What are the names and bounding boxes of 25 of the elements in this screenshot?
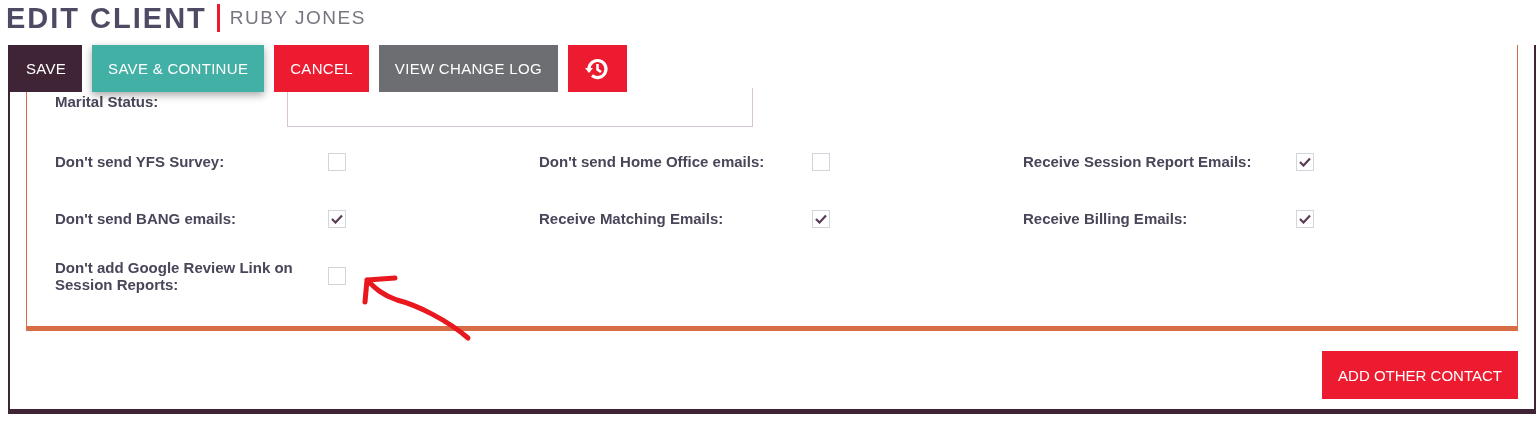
page-title: EDIT CLIENT (6, 1, 207, 35)
save-button[interactable]: SAVE (10, 45, 83, 92)
checkbox-label: Don't send YFS Survey: (55, 153, 226, 170)
field-label: Marital Status: (55, 93, 160, 110)
checkbox[interactable] (328, 152, 346, 171)
cancel-button[interactable]: CANCEL (274, 45, 369, 92)
checkbox-label: Don't add Google Review Link on Session Reports: (55, 258, 294, 293)
client-name: RUBY JONES (229, 7, 366, 29)
title-divider (216, 4, 220, 32)
checkbox-label: Don't send BANG emails: (55, 210, 238, 227)
checkbox[interactable] (1296, 209, 1314, 228)
change-log-button[interactable]: VIEW CHANGE LOG (378, 45, 558, 92)
checkbox[interactable] (328, 266, 346, 285)
save-continue-button[interactable]: SAVE & CONTINUE (92, 45, 265, 92)
add-contact-button[interactable]: ADD OTHER CONTACT (1322, 351, 1518, 399)
checkbox[interactable] (812, 152, 830, 171)
checkbox[interactable] (1296, 152, 1314, 171)
checkbox-label: Receive Billing Emails: (1023, 210, 1189, 227)
history-button[interactable] (567, 45, 627, 92)
checkbox-label: Receive Session Report Emails: (1023, 153, 1253, 170)
checkbox[interactable] (328, 209, 346, 228)
checkbox-label: Don't send Home Office emails: (539, 153, 766, 170)
checkbox[interactable] (812, 209, 830, 228)
checkbox-label: Receive Matching Emails: (539, 210, 725, 227)
input-field[interactable] (287, 88, 753, 127)
